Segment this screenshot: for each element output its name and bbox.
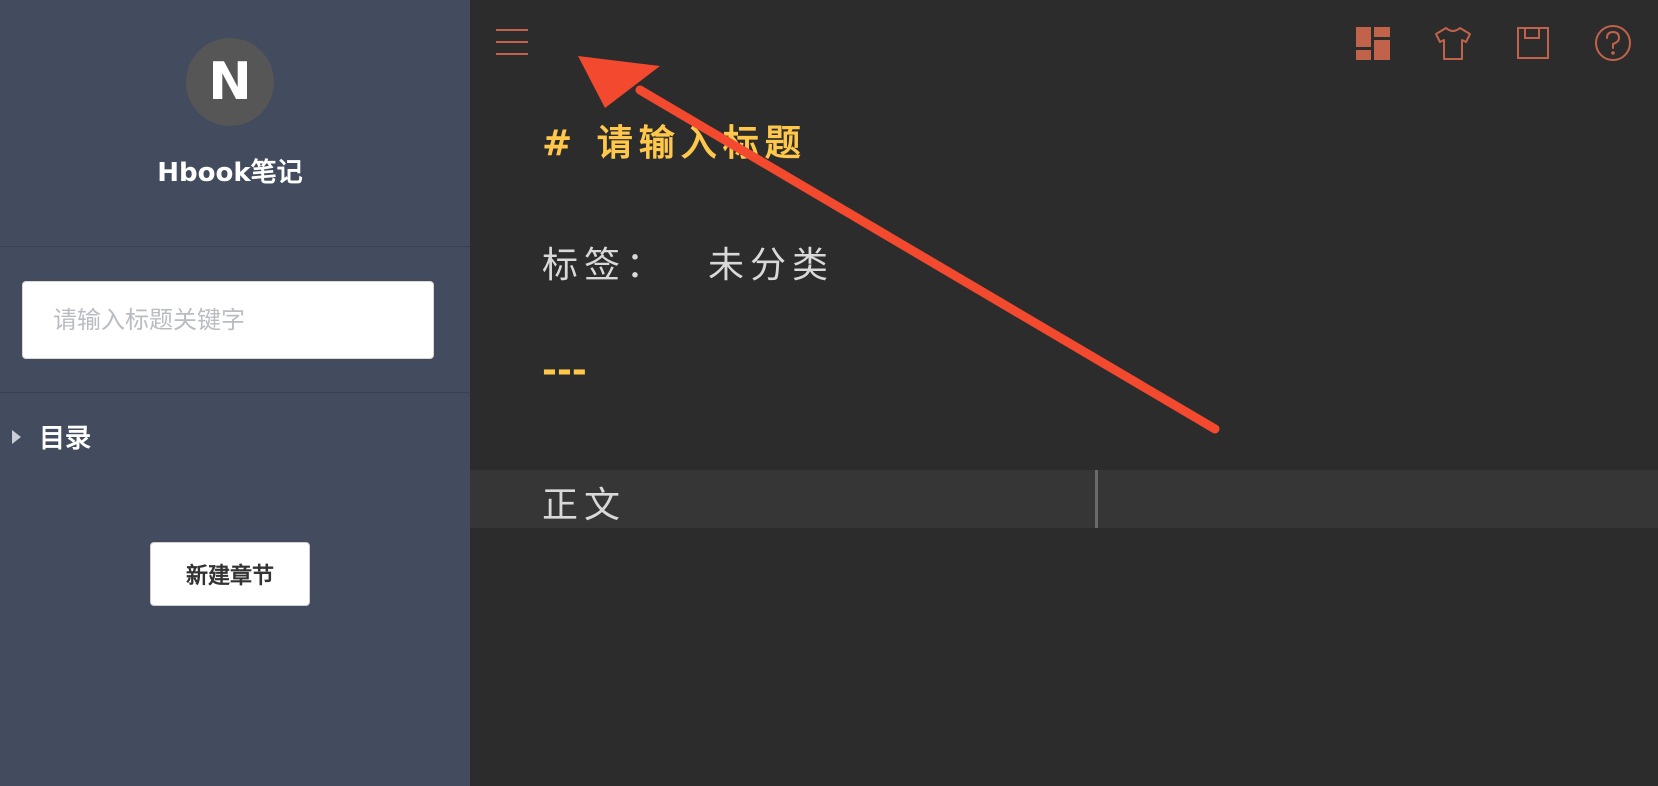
toc-label: 目录 [39, 424, 92, 454]
help-icon[interactable] [1592, 22, 1634, 64]
new-chapter-button[interactable]: 新建章节 [150, 542, 310, 606]
app-window: N Hbook笔记 目录 新建章节 [0, 0, 1658, 786]
editor-title-line: # 请输入标题 [542, 123, 807, 164]
toc-toggle[interactable]: 目录 [12, 418, 91, 455]
tag-value: 未分类 [708, 245, 835, 286]
text-cursor [1095, 470, 1098, 528]
layout-icon[interactable] [1352, 22, 1394, 64]
editor-hr-line: --- [542, 350, 587, 391]
tag-label: 标签： [542, 245, 669, 286]
avatar: N [186, 38, 274, 126]
caret-right-icon [12, 429, 21, 444]
sidebar: N Hbook笔记 目录 新建章节 [0, 0, 470, 786]
avatar-letter: N [208, 52, 252, 112]
profile-section: N Hbook笔记 [0, 0, 470, 247]
editor-pane[interactable]: # 请输入标题 标签： 未分类 --- 正文 [470, 0, 1658, 786]
editor-body-line: 正文 [542, 485, 627, 526]
active-line-highlight [470, 470, 1658, 528]
search-section [0, 247, 470, 393]
toolbar-right [1352, 22, 1634, 64]
search-input[interactable] [22, 281, 434, 359]
menu-icon[interactable] [494, 26, 530, 58]
app-name: Hbook笔记 [157, 158, 303, 188]
editor-tag-line: 标签： 未分类 [542, 236, 834, 288]
save-icon[interactable] [1512, 22, 1554, 64]
theme-shirt-icon[interactable] [1432, 22, 1474, 64]
